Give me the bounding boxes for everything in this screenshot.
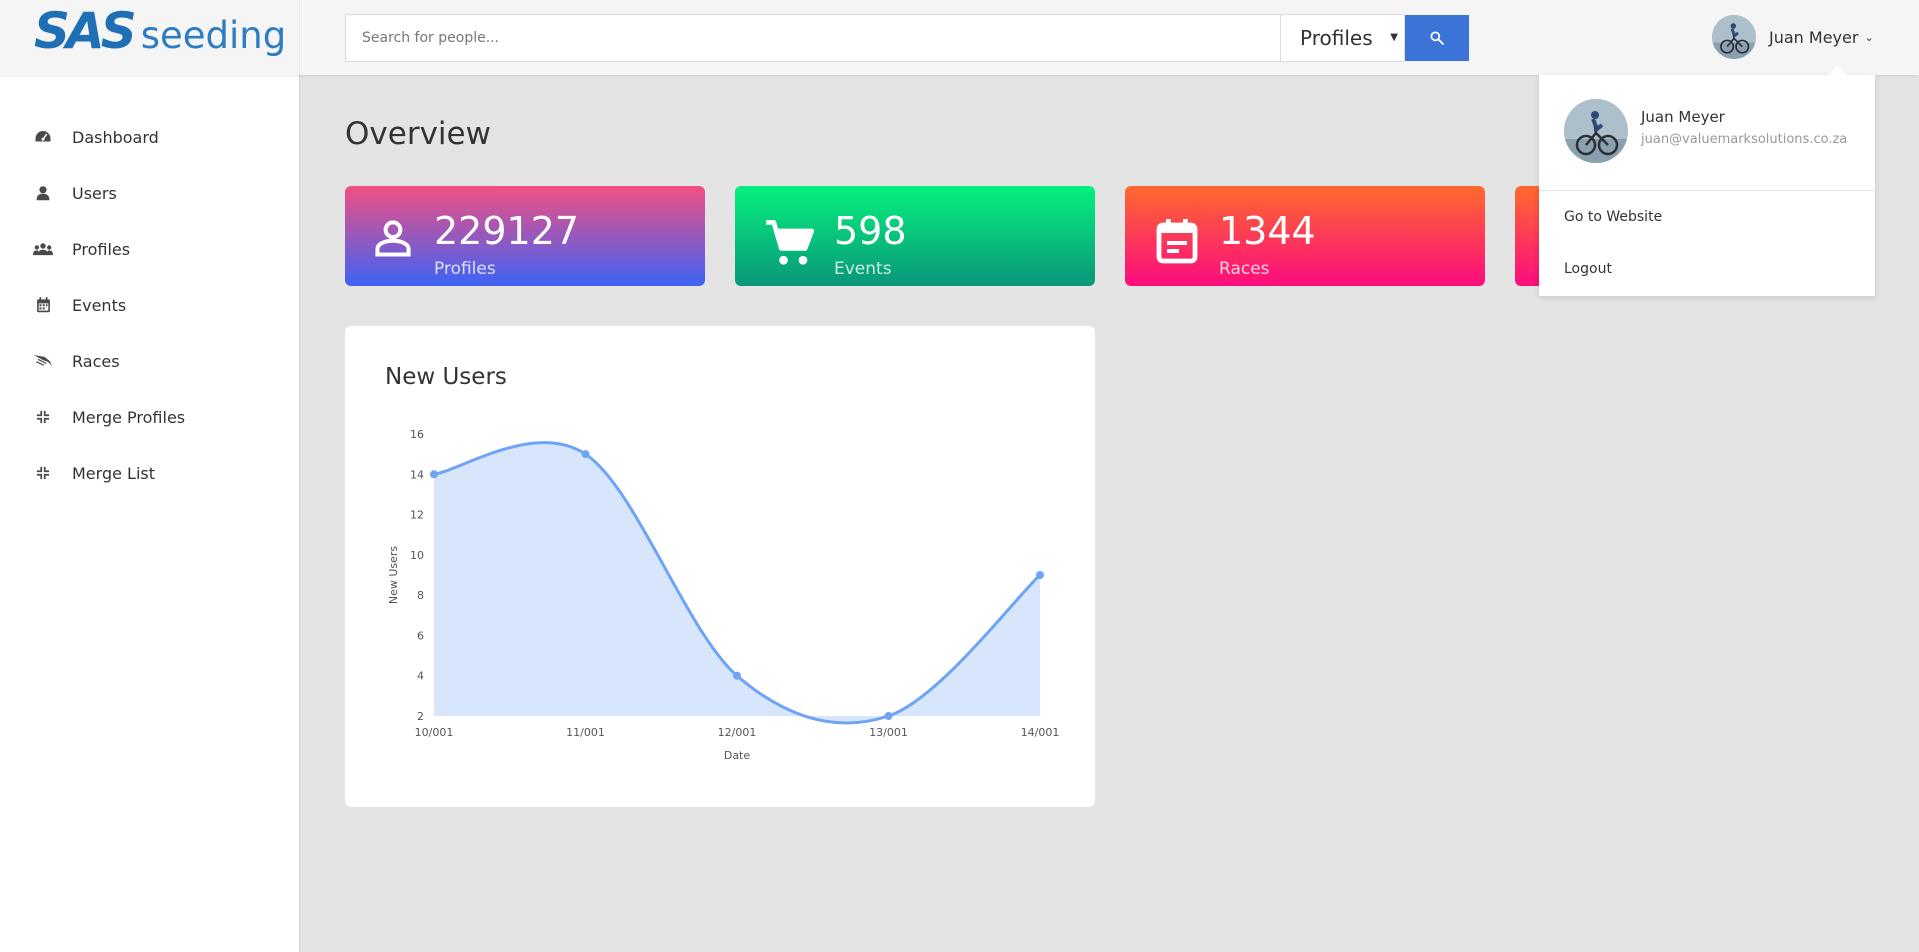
merge-icon — [33, 407, 53, 427]
sidebar-item-events[interactable]: Events — [33, 291, 126, 319]
stat-label: Races — [1219, 259, 1270, 279]
x-tick-label: 11/001 — [566, 726, 605, 739]
y-tick-label: 6 — [417, 629, 424, 642]
dropdown-arrow — [1828, 66, 1846, 75]
dropdown-user-email: juan@valuemarksolutions.co.za — [1641, 132, 1848, 147]
y-tick-label: 4 — [417, 670, 424, 683]
sidebar-item-label: Events — [72, 295, 127, 315]
x-tick-label: 10/001 — [415, 726, 454, 739]
dropdown-user-name: Juan Meyer — [1641, 108, 1725, 126]
y-tick-label: 12 — [410, 509, 424, 522]
logo-area: SAS seeding — [0, 0, 300, 75]
avatar — [1712, 15, 1756, 59]
page-title: Overview — [345, 116, 491, 152]
go-to-website-link[interactable]: Go to Website — [1564, 209, 1662, 225]
flag-icon — [33, 351, 53, 371]
sidebar-item-users[interactable]: Users — [33, 179, 117, 207]
chart-area — [434, 442, 1040, 723]
sidebar-item-races[interactable]: Races — [33, 347, 120, 375]
chevron-down-icon: ⌄ — [1864, 30, 1874, 44]
chart-point — [1036, 571, 1044, 579]
merge-icon — [33, 463, 53, 483]
search-scope-value: Profiles — [1300, 26, 1373, 50]
sidebar-item-dashboard[interactable]: Dashboard — [33, 123, 159, 151]
divider — [1539, 190, 1875, 191]
dashboard-icon — [33, 127, 53, 147]
x-tick-label: 13/001 — [869, 726, 908, 739]
stat-label: Events — [834, 259, 892, 279]
sidebar: Dashboard Users Profiles Events Races Me… — [0, 75, 300, 952]
x-axis-label: Date — [724, 749, 751, 762]
top-header: SAS seeding Profiles ▼ — [0, 0, 1919, 75]
stat-label: Profiles — [434, 259, 496, 279]
sidebar-item-merge-list[interactable]: Merge List — [33, 459, 155, 487]
avatar — [1564, 99, 1628, 163]
user-name: Juan Meyer — [1769, 27, 1859, 47]
sidebar-item-profiles[interactable]: Profiles — [33, 235, 130, 263]
y-tick-label: 10 — [410, 549, 424, 562]
new-users-chart: 2 4 6 8 10 12 14 16 10/001 11/001 12/001 13/001 14/0… — [387, 428, 1060, 762]
x-tick-label: 14/001 — [1021, 726, 1060, 739]
stat-value: 598 — [834, 209, 907, 253]
search-input[interactable] — [345, 14, 1281, 62]
search-button[interactable] — [1405, 15, 1469, 61]
avatar-cyclist-image — [1712, 15, 1756, 59]
sidebar-item-label: Merge Profiles — [72, 407, 186, 427]
sidebar-item-label: Merge List — [72, 463, 155, 483]
chart-point — [733, 671, 741, 680]
stat-value: 1344 — [1219, 209, 1316, 253]
y-tick-label: 2 — [417, 710, 424, 723]
stat-value: 229127 — [434, 209, 580, 253]
stat-card-events[interactable]: 598 Events — [735, 186, 1095, 286]
caret-down-icon: ▼ — [1390, 32, 1398, 43]
sidebar-item-label: Races — [72, 351, 120, 371]
sidebar-item-label: Dashboard — [72, 127, 159, 147]
search-scope-select[interactable]: Profiles ▼ — [1281, 14, 1405, 62]
avatar-cyclist-image — [1564, 99, 1628, 163]
logout-link[interactable]: Logout — [1564, 261, 1612, 277]
user-icon — [33, 183, 53, 203]
search-bar: Profiles ▼ — [345, 14, 1469, 62]
person-icon — [371, 216, 415, 264]
x-tick-label: 12/001 — [718, 726, 757, 739]
user-dropdown-menu: Juan Meyer juan@valuemarksolutions.co.za… — [1539, 75, 1875, 296]
y-tick-label: 14 — [410, 468, 424, 481]
chart-point — [430, 470, 438, 479]
y-tick-label: 16 — [410, 428, 424, 441]
chart-point — [884, 712, 893, 720]
sidebar-item-label: Profiles — [72, 239, 131, 259]
logo-seeding: seeding — [140, 14, 287, 57]
y-axis-label: New Users — [387, 546, 400, 605]
sidebar-item-merge-profiles[interactable]: Merge Profiles — [33, 403, 185, 431]
stat-card-races[interactable]: 1344 Races — [1125, 186, 1485, 286]
cart-icon — [763, 218, 817, 274]
chart-card-new-users: New Users 2 4 6 8 10 12 14 16 10/001 11/001 12/001… — [345, 326, 1095, 807]
chart-point — [581, 450, 590, 459]
sidebar-item-label: Users — [72, 183, 117, 203]
calendar-icon — [33, 295, 53, 315]
app-logo[interactable]: SAS seeding — [34, 6, 286, 56]
stat-card-profiles[interactable]: 229127 Profiles — [345, 186, 705, 286]
search-icon — [1430, 31, 1444, 45]
user-menu-toggle[interactable]: Juan Meyer ⌄ — [1712, 14, 1874, 60]
users-icon — [33, 239, 53, 259]
event-note-icon — [1153, 216, 1201, 270]
logo-sas: SAS — [34, 2, 137, 60]
y-tick-label: 8 — [417, 589, 424, 602]
